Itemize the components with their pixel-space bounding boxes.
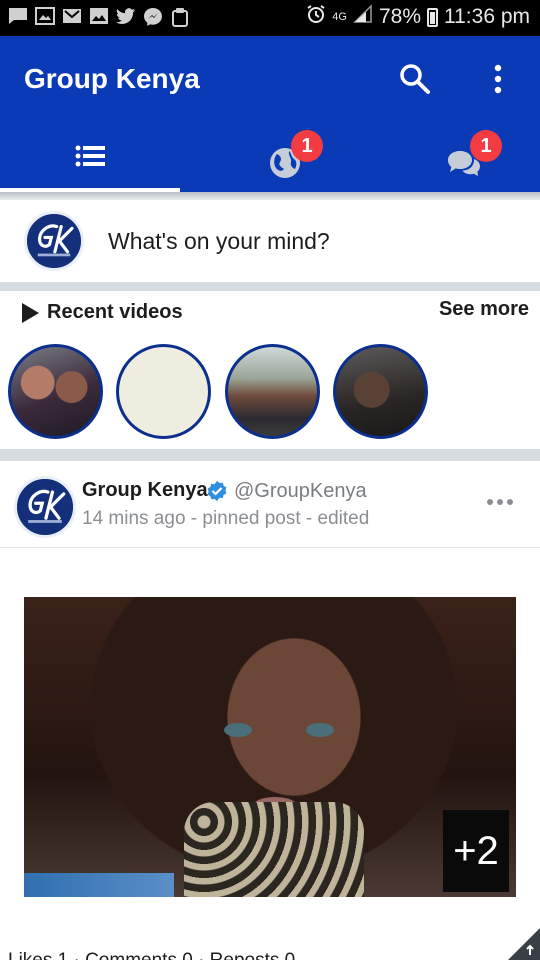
section-divider — [0, 449, 540, 461]
post-header: Group Kenya @GroupKenya 14 mins ago - pi… — [0, 461, 540, 548]
post-author-handle[interactable]: @GroupKenya — [234, 480, 367, 503]
video-thumbnail[interactable] — [333, 344, 428, 439]
more-horiz-icon[interactable] — [486, 497, 514, 507]
post-stats: Likes 1 · Comments 0 · Reposts 0 — [8, 950, 295, 960]
see-more-link[interactable]: See more — [439, 298, 529, 321]
twitter-icon — [116, 7, 136, 27]
tab-discover[interactable]: 1 — [180, 128, 360, 192]
tab-discover-badge: 1 — [291, 130, 323, 162]
gmail-icon — [62, 7, 82, 27]
gk-logo-icon — [17, 479, 73, 535]
user-avatar[interactable] — [24, 211, 84, 271]
photo-detail — [224, 723, 252, 737]
list-icon — [75, 145, 105, 167]
search-icon — [400, 64, 430, 94]
app-bar: Group Kenya 1 1 — [0, 36, 540, 192]
section-divider — [0, 282, 540, 291]
clock: 11:36 pm — [444, 5, 530, 28]
notification-icons — [8, 7, 190, 27]
video-thumbnail[interactable] — [8, 344, 103, 439]
system-status: 4G 78% 11:36 pm — [306, 4, 530, 30]
video-thumbnail[interactable] — [225, 344, 320, 439]
battery-icon — [427, 7, 438, 27]
app-title: Group Kenya — [24, 63, 200, 94]
composer-prompt[interactable]: What's on your mind? — [108, 228, 330, 255]
recent-videos-section: Recent videos See more — [0, 291, 540, 449]
tab-messages-badge: 1 — [470, 130, 502, 162]
image-icon — [89, 7, 109, 27]
play-icon — [22, 303, 39, 323]
search-button[interactable] — [398, 62, 432, 96]
photo-detail — [24, 873, 174, 897]
signal-icon — [353, 4, 373, 30]
more-photos-counter[interactable]: +2 — [443, 810, 509, 892]
gallery-icon — [35, 7, 55, 27]
photo-detail — [184, 802, 364, 897]
message-icon — [8, 7, 28, 27]
tab-messages[interactable]: 1 — [360, 128, 540, 192]
battery-percent: 78% — [378, 5, 421, 28]
more-vert-icon — [494, 64, 502, 94]
status-bar: 4G 78% 11:36 pm — [0, 0, 540, 36]
scroll-top-icon[interactable] — [508, 928, 540, 960]
video-thumbnail[interactable] — [116, 344, 211, 439]
verified-icon — [207, 481, 227, 501]
tab-feed[interactable] — [0, 128, 180, 192]
post-meta: 14 mins ago - pinned post - edited — [82, 508, 370, 529]
tab-bar: 1 1 — [0, 128, 540, 192]
clipboard-icon — [170, 7, 190, 27]
post-composer[interactable]: What's on your mind? — [0, 200, 540, 282]
post-author-avatar[interactable] — [14, 476, 76, 538]
photo-detail — [306, 723, 334, 737]
messenger-icon — [143, 7, 163, 27]
recent-videos-title: Recent videos — [47, 301, 183, 323]
overflow-menu-button[interactable] — [484, 62, 512, 96]
alarm-icon — [306, 4, 326, 30]
app-bar-shadow — [0, 192, 540, 200]
gk-logo-icon — [27, 214, 81, 268]
network-type: 4G — [332, 10, 347, 23]
post-author-name[interactable]: Group Kenya — [82, 479, 208, 502]
